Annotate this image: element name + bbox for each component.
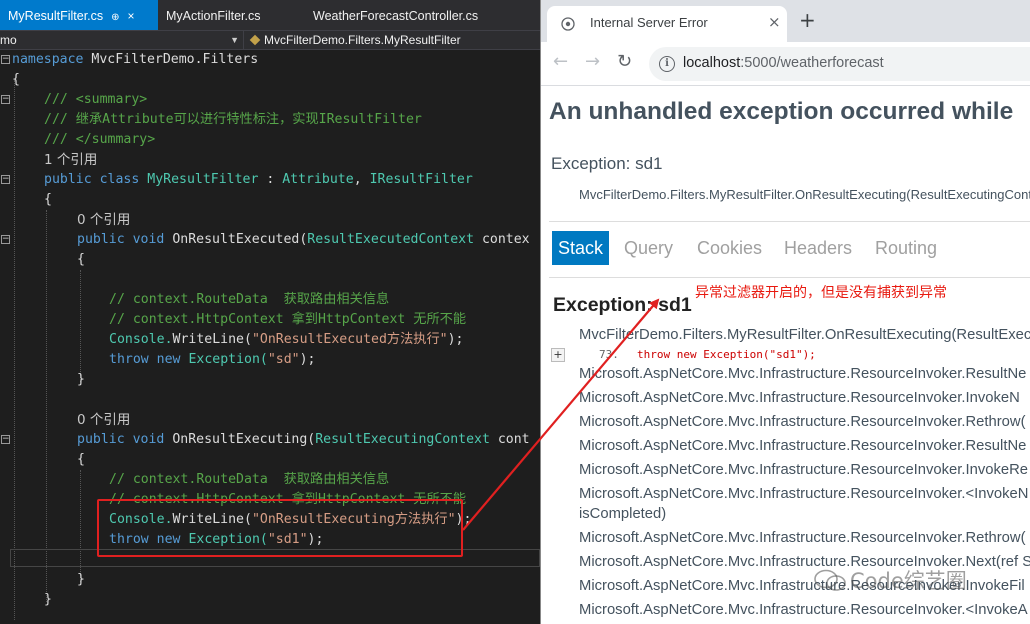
tab-query[interactable]: Query [624, 231, 673, 265]
type-dropdown[interactable]: MvcFilterDemo.Filters.MyResultFilter [249, 31, 461, 50]
browser-tab-title: Internal Server Error [590, 15, 708, 30]
tab-myactionfilter[interactable]: MyActionFilter.cs [158, 0, 298, 30]
watermark: Code综艺圈 [814, 565, 967, 595]
type-name: MvcFilterDemo.Filters.MyResultFilter [264, 33, 461, 47]
code-line: // context.RouteData 获取路由相关信息 [109, 292, 390, 307]
tab-myresultfilter[interactable]: MyResultFilter.cs ⊕ × [0, 0, 158, 30]
collapse-icon[interactable]: − [1, 235, 10, 244]
url-text: localhost:5000/weatherforecast [683, 55, 884, 71]
stack-frame-continued: isCompleted) [579, 506, 667, 522]
back-arrow-icon[interactable]: ← [553, 52, 568, 72]
exception-location: MvcFilterDemo.Filters.MyResultFilter.OnR… [579, 187, 1030, 202]
code-line: public void OnResultExecuted(ResultExecu… [77, 232, 530, 247]
highlight-box [97, 499, 463, 557]
project-name: mo [0, 33, 17, 47]
code-line: throw new Exception("sd"); [109, 352, 316, 367]
code-line: /// 继承Attribute可以进行特性标注，实现IResultFilter [44, 112, 422, 127]
exception-summary: Exception: sd1 [551, 154, 663, 173]
stack-frame[interactable]: Microsoft.AspNetCore.Mvc.Infrastructure.… [579, 602, 1028, 618]
pin-icon[interactable]: ⊕ [111, 12, 119, 23]
code-line: } [44, 592, 52, 607]
code-editor: MyResultFilter.cs ⊕ × MyActionFilter.cs We… [0, 0, 540, 624]
code-line: public void OnResultExecuting(ResultExec… [77, 432, 530, 447]
tab-label: MyResultFilter.cs [8, 9, 104, 23]
browser-tab-strip: Internal Server Error × + [541, 0, 1030, 42]
collapse-icon[interactable]: − [1, 435, 10, 444]
expand-button[interactable]: + [551, 348, 565, 362]
stack-frame[interactable]: Microsoft.AspNetCore.Mvc.Infrastructure.… [579, 486, 1028, 502]
page-title: An unhandled exception occurred while [549, 98, 1014, 125]
annotation-text: 异常过滤器开启的，但是没有捕获到异常 [695, 285, 947, 301]
close-icon[interactable]: × [128, 9, 135, 23]
codelens-references[interactable]: 0 个引用 [77, 210, 130, 230]
code-line: // context.RouteData 获取路由相关信息 [109, 472, 390, 487]
code-line: } [77, 372, 85, 387]
divider [549, 277, 1030, 278]
divider [549, 221, 1030, 222]
forward-arrow-icon[interactable]: → [585, 52, 600, 72]
navigation-bar: mo ▼ MvcFilterDemo.Filters.MyResultFilter [0, 30, 540, 50]
collapse-icon[interactable]: − [1, 95, 10, 104]
tab-weatherforecastcontroller[interactable]: WeatherForecastController.cs [305, 0, 525, 30]
code-line: // context.HttpContext 拿到HttpContext 无所不… [109, 312, 467, 327]
chat-logo-icon [814, 569, 846, 591]
code-line: /// <summary> [44, 92, 148, 107]
class-icon [249, 34, 261, 46]
code-line: { [12, 72, 20, 87]
tab-headers[interactable]: Headers [784, 231, 852, 265]
browser-tab[interactable]: Internal Server Error × [547, 6, 787, 42]
tab-label: WeatherForecastController.cs [313, 9, 479, 23]
info-icon[interactable]: i [659, 56, 675, 72]
code-line: { [77, 452, 85, 467]
collapse-icon[interactable]: − [1, 175, 10, 184]
stack-frame[interactable]: Microsoft.AspNetCore.Mvc.Infrastructure.… [579, 462, 1028, 478]
tab-cookies[interactable]: Cookies [697, 231, 762, 265]
browser-window: Internal Server Error × + ← → ↻ i localh… [540, 0, 1030, 624]
project-dropdown[interactable]: mo ▼ [0, 31, 244, 50]
stack-frame[interactable]: Microsoft.AspNetCore.Mvc.Infrastructure.… [579, 390, 1020, 406]
collapse-icon[interactable]: − [1, 55, 10, 64]
code-line: Console.WriteLine("OnResultExecuted方法执行"… [109, 332, 464, 347]
code-line: { [77, 252, 85, 267]
stack-heading: Exception: sd1 [553, 294, 692, 316]
source-line: throw new Exception("sd1"); [637, 348, 816, 361]
stack-frame[interactable]: MvcFilterDemo.Filters.MyResultFilter.OnR… [579, 327, 1030, 343]
code-line: namespace MvcFilterDemo.Filters [12, 52, 259, 67]
stack-frame[interactable]: Microsoft.AspNetCore.Mvc.Infrastructure.… [579, 530, 1026, 546]
code-line: } [77, 572, 85, 587]
close-tab-icon[interactable]: × [768, 13, 781, 31]
tab-label: MyActionFilter.cs [166, 9, 261, 23]
code-line: public class MyResultFilter : Attribute,… [44, 172, 473, 187]
indent-guide [14, 80, 15, 620]
stack-frame[interactable]: Microsoft.AspNetCore.Mvc.Infrastructure.… [579, 438, 1026, 454]
address-bar[interactable]: i localhost:5000/weatherforecast [649, 47, 1030, 81]
chevron-down-icon: ▼ [230, 35, 239, 45]
indent-guide [46, 210, 47, 602]
error-page: An unhandled exception occurred while Ex… [541, 86, 1030, 624]
tab-stack[interactable]: Stack [552, 231, 610, 265]
globe-icon [561, 17, 575, 31]
editor-tab-bar: MyResultFilter.cs ⊕ × MyActionFilter.cs We… [0, 0, 540, 30]
stack-frame[interactable]: Microsoft.AspNetCore.Mvc.Infrastructure.… [579, 414, 1026, 430]
source-line-number: 73. [599, 348, 619, 361]
indent-guide [80, 270, 81, 382]
new-tab-button[interactable]: + [799, 10, 816, 30]
reload-icon[interactable]: ↻ [617, 52, 632, 72]
code-line: { [44, 192, 52, 207]
codelens-references[interactable]: 0 个引用 [77, 410, 130, 430]
browser-toolbar: ← → ↻ i localhost:5000/weatherforecast [541, 42, 1030, 86]
code-line: /// </summary> [44, 132, 156, 147]
stack-frame[interactable]: Microsoft.AspNetCore.Mvc.Infrastructure.… [579, 366, 1026, 382]
tab-routing[interactable]: Routing [875, 231, 937, 265]
codelens-references[interactable]: 1 个引用 [44, 150, 97, 170]
